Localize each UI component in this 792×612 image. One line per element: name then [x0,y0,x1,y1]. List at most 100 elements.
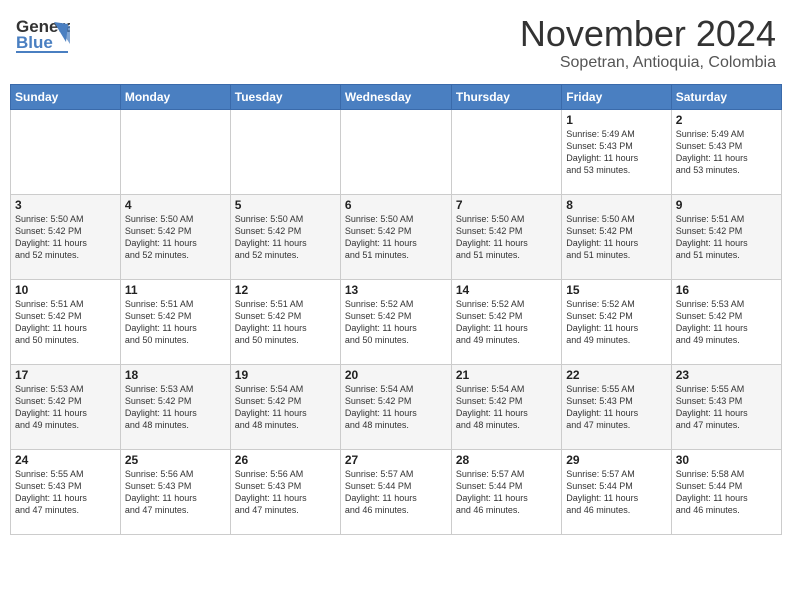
calendar-cell: 16Sunrise: 5:53 AM Sunset: 5:42 PM Dayli… [671,279,781,364]
day-info: Sunrise: 5:50 AM Sunset: 5:42 PM Dayligh… [235,213,336,262]
calendar-cell [230,109,340,194]
calendar-week-row: 3Sunrise: 5:50 AM Sunset: 5:42 PM Daylig… [11,194,782,279]
day-info: Sunrise: 5:56 AM Sunset: 5:43 PM Dayligh… [235,468,336,517]
col-saturday: Saturday [671,84,781,109]
day-info: Sunrise: 5:55 AM Sunset: 5:43 PM Dayligh… [676,383,777,432]
calendar-cell: 21Sunrise: 5:54 AM Sunset: 5:42 PM Dayli… [451,364,561,449]
calendar-cell: 12Sunrise: 5:51 AM Sunset: 5:42 PM Dayli… [230,279,340,364]
calendar-cell [120,109,230,194]
col-thursday: Thursday [451,84,561,109]
calendar-week-row: 17Sunrise: 5:53 AM Sunset: 5:42 PM Dayli… [11,364,782,449]
logo: General Blue [16,14,70,58]
calendar-cell: 9Sunrise: 5:51 AM Sunset: 5:42 PM Daylig… [671,194,781,279]
calendar-cell: 30Sunrise: 5:58 AM Sunset: 5:44 PM Dayli… [671,449,781,534]
day-number: 19 [235,368,336,382]
day-info: Sunrise: 5:52 AM Sunset: 5:42 PM Dayligh… [566,298,666,347]
col-monday: Monday [120,84,230,109]
day-number: 9 [676,198,777,212]
calendar-cell: 25Sunrise: 5:56 AM Sunset: 5:43 PM Dayli… [120,449,230,534]
day-number: 23 [676,368,777,382]
day-info: Sunrise: 5:50 AM Sunset: 5:42 PM Dayligh… [456,213,557,262]
day-number: 1 [566,113,666,127]
day-info: Sunrise: 5:53 AM Sunset: 5:42 PM Dayligh… [125,383,226,432]
day-number: 28 [456,453,557,467]
day-info: Sunrise: 5:51 AM Sunset: 5:42 PM Dayligh… [125,298,226,347]
calendar-cell [451,109,561,194]
day-info: Sunrise: 5:50 AM Sunset: 5:42 PM Dayligh… [15,213,116,262]
day-info: Sunrise: 5:58 AM Sunset: 5:44 PM Dayligh… [676,468,777,517]
calendar-week-row: 10Sunrise: 5:51 AM Sunset: 5:42 PM Dayli… [11,279,782,364]
day-info: Sunrise: 5:54 AM Sunset: 5:42 PM Dayligh… [456,383,557,432]
calendar-cell: 17Sunrise: 5:53 AM Sunset: 5:42 PM Dayli… [11,364,121,449]
day-info: Sunrise: 5:55 AM Sunset: 5:43 PM Dayligh… [566,383,666,432]
page: General Blue November 2024 Sopetran, Ant… [0,0,792,545]
col-friday: Friday [562,84,671,109]
day-info: Sunrise: 5:54 AM Sunset: 5:42 PM Dayligh… [235,383,336,432]
day-info: Sunrise: 5:49 AM Sunset: 5:43 PM Dayligh… [566,128,666,177]
calendar-week-row: 1Sunrise: 5:49 AM Sunset: 5:43 PM Daylig… [11,109,782,194]
calendar-cell: 11Sunrise: 5:51 AM Sunset: 5:42 PM Dayli… [120,279,230,364]
day-info: Sunrise: 5:57 AM Sunset: 5:44 PM Dayligh… [345,468,447,517]
day-number: 12 [235,283,336,297]
calendar-cell: 15Sunrise: 5:52 AM Sunset: 5:42 PM Dayli… [562,279,671,364]
calendar-cell: 18Sunrise: 5:53 AM Sunset: 5:42 PM Dayli… [120,364,230,449]
day-number: 21 [456,368,557,382]
col-wednesday: Wednesday [340,84,451,109]
calendar-cell: 26Sunrise: 5:56 AM Sunset: 5:43 PM Dayli… [230,449,340,534]
calendar-cell: 3Sunrise: 5:50 AM Sunset: 5:42 PM Daylig… [11,194,121,279]
day-number: 25 [125,453,226,467]
calendar-cell [11,109,121,194]
day-number: 14 [456,283,557,297]
day-number: 20 [345,368,447,382]
calendar-cell: 24Sunrise: 5:55 AM Sunset: 5:43 PM Dayli… [11,449,121,534]
calendar-table: Sunday Monday Tuesday Wednesday Thursday… [10,84,782,535]
day-number: 15 [566,283,666,297]
day-info: Sunrise: 5:52 AM Sunset: 5:42 PM Dayligh… [456,298,557,347]
calendar-cell: 29Sunrise: 5:57 AM Sunset: 5:44 PM Dayli… [562,449,671,534]
day-number: 7 [456,198,557,212]
day-info: Sunrise: 5:49 AM Sunset: 5:43 PM Dayligh… [676,128,777,177]
day-number: 5 [235,198,336,212]
calendar-cell: 7Sunrise: 5:50 AM Sunset: 5:42 PM Daylig… [451,194,561,279]
day-number: 11 [125,283,226,297]
calendar-cell: 13Sunrise: 5:52 AM Sunset: 5:42 PM Dayli… [340,279,451,364]
calendar-cell: 22Sunrise: 5:55 AM Sunset: 5:43 PM Dayli… [562,364,671,449]
col-sunday: Sunday [11,84,121,109]
day-info: Sunrise: 5:57 AM Sunset: 5:44 PM Dayligh… [566,468,666,517]
day-number: 30 [676,453,777,467]
day-number: 26 [235,453,336,467]
location: Sopetran, Antioquia, Colombia [520,54,776,72]
day-number: 13 [345,283,447,297]
day-info: Sunrise: 5:53 AM Sunset: 5:42 PM Dayligh… [15,383,116,432]
day-info: Sunrise: 5:55 AM Sunset: 5:43 PM Dayligh… [15,468,116,517]
calendar-cell: 1Sunrise: 5:49 AM Sunset: 5:43 PM Daylig… [562,109,671,194]
calendar-cell: 19Sunrise: 5:54 AM Sunset: 5:42 PM Dayli… [230,364,340,449]
calendar-cell: 5Sunrise: 5:50 AM Sunset: 5:42 PM Daylig… [230,194,340,279]
title-section: November 2024 Sopetran, Antioquia, Colom… [520,14,776,72]
calendar-cell: 6Sunrise: 5:50 AM Sunset: 5:42 PM Daylig… [340,194,451,279]
day-info: Sunrise: 5:51 AM Sunset: 5:42 PM Dayligh… [235,298,336,347]
day-number: 17 [15,368,116,382]
day-info: Sunrise: 5:50 AM Sunset: 5:42 PM Dayligh… [345,213,447,262]
logo-icon: General Blue [16,14,70,58]
day-info: Sunrise: 5:57 AM Sunset: 5:44 PM Dayligh… [456,468,557,517]
day-number: 29 [566,453,666,467]
day-info: Sunrise: 5:56 AM Sunset: 5:43 PM Dayligh… [125,468,226,517]
month-title: November 2024 [520,14,776,54]
calendar-cell: 14Sunrise: 5:52 AM Sunset: 5:42 PM Dayli… [451,279,561,364]
day-number: 2 [676,113,777,127]
calendar-cell: 28Sunrise: 5:57 AM Sunset: 5:44 PM Dayli… [451,449,561,534]
day-info: Sunrise: 5:50 AM Sunset: 5:42 PM Dayligh… [566,213,666,262]
day-number: 16 [676,283,777,297]
day-number: 6 [345,198,447,212]
calendar-cell: 27Sunrise: 5:57 AM Sunset: 5:44 PM Dayli… [340,449,451,534]
day-info: Sunrise: 5:52 AM Sunset: 5:42 PM Dayligh… [345,298,447,347]
calendar-cell: 23Sunrise: 5:55 AM Sunset: 5:43 PM Dayli… [671,364,781,449]
header: General Blue November 2024 Sopetran, Ant… [10,10,782,76]
day-number: 24 [15,453,116,467]
day-number: 18 [125,368,226,382]
calendar-week-row: 24Sunrise: 5:55 AM Sunset: 5:43 PM Dayli… [11,449,782,534]
day-info: Sunrise: 5:50 AM Sunset: 5:42 PM Dayligh… [125,213,226,262]
calendar-cell: 8Sunrise: 5:50 AM Sunset: 5:42 PM Daylig… [562,194,671,279]
day-number: 4 [125,198,226,212]
